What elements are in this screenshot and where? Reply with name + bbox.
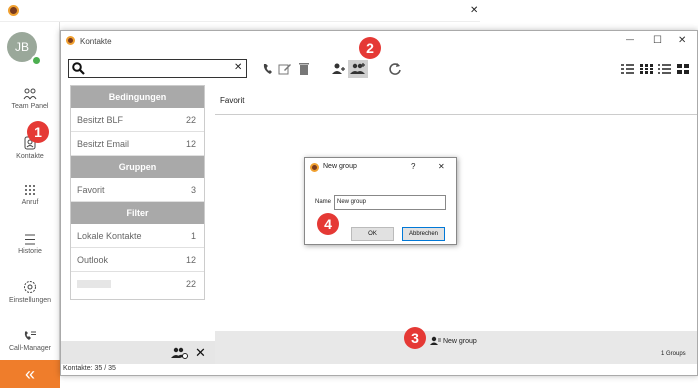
filter-item-label: Besitzt BLF [77, 115, 124, 125]
add-group-icon [350, 63, 365, 74]
nav-einstellungen[interactable]: Einstellungen [0, 280, 60, 304]
filter-item-label: Lokale Kontakte [77, 231, 142, 241]
nav-label: Einstellungen [8, 297, 52, 304]
filter-item-label: Outlook [77, 255, 109, 265]
dialpad-icon [25, 185, 35, 195]
app-logo-icon [8, 5, 19, 16]
edit-icon[interactable] [277, 61, 293, 77]
status-bar: Kontakte: 35 / 35 [61, 365, 697, 376]
left-footer: ✕ [61, 341, 215, 364]
call-manager-icon [24, 331, 36, 340]
add-group-button[interactable] [348, 60, 368, 78]
callout-badge: 3 [404, 327, 426, 349]
nav-label: Kontakte [16, 153, 44, 160]
filter-item-besitzt-email[interactable]: Besitzt Email 12 [71, 132, 204, 156]
callout-badge: 2 [359, 37, 381, 59]
filter-item-count: 22 [185, 115, 196, 125]
filter-item-favorit[interactable]: Favorit 3 [71, 178, 204, 202]
dialog-title: New group [323, 163, 357, 170]
manage-groups-icon[interactable] [171, 346, 188, 360]
outer-sidebar: JB Team Panel Kontakte Anruf Historie Ei… [0, 22, 60, 388]
app-logo-icon [310, 163, 319, 172]
nav-label: Team Panel [11, 103, 49, 110]
window-title: Kontakte [80, 37, 112, 46]
refresh-icon[interactable] [387, 61, 403, 77]
view-list-icon[interactable] [658, 64, 671, 74]
callout-badge: 4 [317, 213, 339, 235]
section-header-bedingungen: Bedingungen [71, 86, 204, 108]
view-grid-small-icon[interactable] [640, 64, 653, 74]
phone-icon[interactable] [261, 61, 277, 77]
filter-item-besitzt-blf[interactable]: Besitzt BLF 22 [71, 108, 204, 132]
filter-item-label: Besitzt Email [77, 139, 130, 149]
window-close-button[interactable]: ✕ [678, 35, 686, 46]
outer-close-button[interactable]: ✕ [470, 5, 478, 16]
filter-item-outlook[interactable]: Outlook 12 [71, 248, 204, 272]
new-group-label: New group [442, 337, 477, 345]
section-header-gruppen: Gruppen [71, 156, 204, 178]
help-button[interactable]: ? [411, 162, 415, 171]
new-group-entry[interactable]: New group [429, 336, 477, 346]
group-name-value: New group [337, 199, 367, 205]
callout-badge: 1 [27, 121, 49, 143]
group-title: Favorit [220, 96, 245, 105]
minimize-button[interactable]: — [626, 35, 634, 44]
filter-item-label: Favorit [77, 185, 105, 195]
ok-button[interactable]: OK [351, 227, 394, 241]
filter-item-count: 22 [185, 279, 196, 289]
trash-icon[interactable] [296, 61, 312, 77]
app-logo-icon [66, 36, 75, 45]
nav-anruf[interactable]: Anruf [0, 184, 60, 206]
filter-item-count: 12 [185, 139, 196, 149]
nav-team-panel[interactable]: Team Panel [0, 88, 60, 110]
group-name-field[interactable]: New group [334, 195, 446, 210]
dialog-close-button[interactable]: ✕ [438, 162, 445, 171]
contacts-count: Kontakte: 35 / 35 [63, 365, 116, 372]
filter-panel: Bedingungen Besitzt BLF 22 Besitzt Email… [70, 85, 205, 300]
cancel-button[interactable]: Abbrechen [402, 227, 445, 241]
filter-item-count: 12 [185, 255, 196, 265]
filter-item-redacted[interactable]: 22 [71, 272, 204, 296]
filter-item-lokale-kontakte[interactable]: Lokale Kontakte 1 [71, 224, 204, 248]
maximize-button[interactable]: ☐ [653, 35, 662, 46]
nav-label: Call-Manager [8, 345, 52, 352]
redacted-label [77, 280, 111, 288]
nav-label: Anruf [21, 199, 39, 206]
gear-icon [24, 281, 36, 293]
group-header: Favorit [215, 85, 697, 115]
groups-count: 1 Groups [661, 351, 686, 357]
presence-status-icon [31, 55, 42, 66]
search-input[interactable]: ✕ [68, 59, 247, 78]
nav-label: Historie [18, 248, 42, 255]
search-clear-button[interactable]: ✕ [234, 62, 242, 73]
section-header-filter: Filter [71, 202, 204, 224]
outer-titlebar: ✕ [0, 0, 480, 22]
nav-call-manager[interactable]: Call-Manager [0, 330, 60, 352]
collapse-sidebar-button[interactable]: « [0, 360, 60, 388]
nav-historie[interactable]: Historie [0, 234, 60, 255]
filter-item-count: 1 [190, 231, 196, 241]
avatar-initials: JB [14, 40, 29, 54]
team-icon [23, 88, 37, 100]
view-detail-icon[interactable] [621, 64, 634, 74]
view-tiles-icon[interactable] [677, 64, 689, 74]
name-label: Name [315, 199, 332, 205]
add-contact-icon[interactable] [331, 61, 347, 77]
filter-item-count: 3 [190, 185, 196, 195]
search-icon [72, 62, 85, 75]
clear-filter-button[interactable]: ✕ [195, 345, 206, 361]
groups-footer: New group 1 Groups [215, 331, 697, 364]
group-icon [430, 336, 441, 345]
history-list-icon [25, 234, 35, 245]
